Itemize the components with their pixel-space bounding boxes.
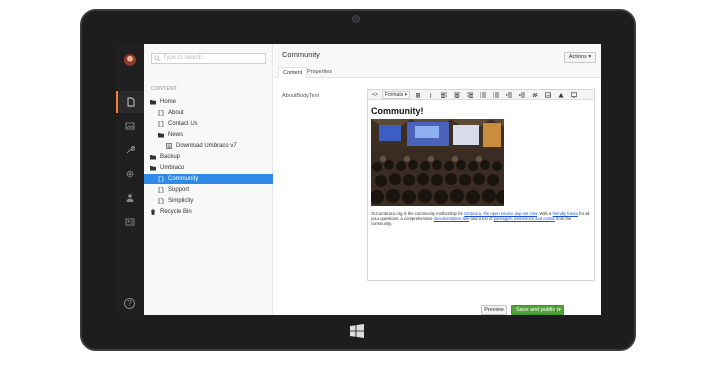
tree-node-news[interactable]: News xyxy=(144,130,273,140)
tree-node-contact-us[interactable]: Contact Us xyxy=(144,119,273,129)
tree-node-recycle-bin[interactable]: Recycle Bin xyxy=(144,207,273,217)
tree-node-label: Contact Us xyxy=(168,121,198,127)
actions-button[interactable]: Actions ▾ xyxy=(564,52,596,63)
tree-node-label: Simplicity xyxy=(168,198,194,204)
body-text-4: and a ton of xyxy=(469,216,494,221)
save-and-publish-label: Save and publish xyxy=(516,307,559,313)
tree-node-label: Download Umbraco v7 xyxy=(176,143,237,149)
camera-icon xyxy=(352,15,360,23)
folder-icon xyxy=(150,155,156,160)
trash-icon xyxy=(151,209,155,215)
link-icon[interactable] xyxy=(532,92,538,98)
outdent-icon[interactable] xyxy=(506,92,512,98)
formats-dropdown[interactable]: Formats ▾ xyxy=(382,91,410,99)
tree-node-support[interactable]: Support xyxy=(144,185,273,195)
umbraco-backoffice-screen: ? Type to search... CONTENT Home About C… xyxy=(116,44,601,315)
developer-icon[interactable] xyxy=(116,139,144,161)
preview-button[interactable]: Preview xyxy=(481,305,507,315)
align-left-icon[interactable] xyxy=(441,92,447,98)
align-center-icon[interactable] xyxy=(454,92,460,98)
section-title: CONTENT xyxy=(151,86,178,92)
tree-node-backup[interactable]: Backup xyxy=(144,152,273,162)
tree-node-label: Home xyxy=(160,99,177,105)
folder-icon xyxy=(150,100,156,105)
numbered-list-icon[interactable] xyxy=(493,92,499,98)
tree-node-simplicity[interactable]: Simplicity xyxy=(144,196,273,206)
tree-node-download-umbraco[interactable]: Download Umbraco v7 xyxy=(144,141,273,151)
embed-icon[interactable] xyxy=(571,92,577,98)
tree-node-label: Support xyxy=(168,187,190,193)
tree-node-about[interactable]: About xyxy=(144,108,273,118)
italic-icon[interactable]: I xyxy=(428,92,434,98)
editor-header: Community Actions ▾ Content Properties xyxy=(274,44,601,78)
indent-icon[interactable] xyxy=(519,92,525,98)
rte-toolbar: <> Formats ▾ B I xyxy=(368,90,594,100)
avatar[interactable] xyxy=(124,54,136,66)
tab-properties[interactable]: Properties xyxy=(303,67,336,78)
folder-icon xyxy=(150,166,156,171)
content-tree-panel: Type to search... CONTENT Home About Con… xyxy=(144,44,273,315)
property-label: AboutBodyText xyxy=(282,93,319,99)
source-code-button[interactable]: <> xyxy=(370,91,380,99)
bullet-list-icon[interactable] xyxy=(480,92,486,98)
content-icon[interactable] xyxy=(116,91,144,113)
windows-logo-icon[interactable] xyxy=(350,324,364,338)
search-icon xyxy=(154,55,161,62)
media-icon[interactable] xyxy=(116,115,144,137)
community-photo xyxy=(371,119,504,206)
search-placeholder: Type to search... xyxy=(163,55,208,61)
image-icon[interactable] xyxy=(545,92,551,98)
content-editor: Community Actions ▾ Content Properties A… xyxy=(274,44,601,315)
tree-node-umbraco[interactable]: Umbraco xyxy=(144,163,273,173)
users-icon[interactable] xyxy=(116,187,144,209)
tree-node-label: Recycle Bin xyxy=(160,209,192,215)
rich-text-editor[interactable]: <> Formats ▾ B I Community! Our.umbraco.… xyxy=(367,89,595,281)
packages-link[interactable]: packages, extensions and extras xyxy=(494,216,555,221)
svg-text:I: I xyxy=(429,93,433,98)
content-heading: Community! xyxy=(371,106,424,116)
document-icon xyxy=(158,110,164,116)
document-icon xyxy=(158,198,164,204)
document-icon xyxy=(158,121,164,127)
tree-node-community[interactable]: Community xyxy=(144,174,273,184)
macro-icon[interactable] xyxy=(558,92,564,98)
tree-node-label: About xyxy=(168,110,184,116)
document-icon xyxy=(158,176,164,182)
members-icon[interactable] xyxy=(116,211,144,233)
save-and-publish-button[interactable]: Save and publish ▾ xyxy=(511,305,564,315)
svg-text:B: B xyxy=(416,93,421,98)
tree-node-label: News xyxy=(168,132,184,138)
content-body-text: Our.umbraco.org is the community mothers… xyxy=(371,211,593,226)
tree-node-label: Community xyxy=(168,176,199,182)
search-input[interactable]: Type to search... xyxy=(151,53,266,64)
document-icon xyxy=(158,187,164,193)
app-sidebar: ? xyxy=(116,44,144,315)
settings-icon[interactable] xyxy=(116,163,144,185)
bold-icon[interactable]: B xyxy=(415,92,421,98)
folder-icon xyxy=(158,133,164,138)
tree-node-home[interactable]: Home xyxy=(144,97,273,107)
document-title[interactable]: Community xyxy=(282,50,320,59)
tablet-frame: ? Type to search... CONTENT Home About C… xyxy=(80,9,636,351)
help-icon[interactable]: ? xyxy=(124,298,135,309)
tree-node-label: Umbraco xyxy=(160,165,185,171)
news-article-icon xyxy=(166,143,172,149)
documentation-wiki-link[interactable]: documentation wiki xyxy=(434,216,470,221)
align-right-icon[interactable] xyxy=(467,92,473,98)
chevron-down-icon[interactable]: ▾ xyxy=(555,306,563,314)
tree-node-label: Backup xyxy=(160,154,181,160)
